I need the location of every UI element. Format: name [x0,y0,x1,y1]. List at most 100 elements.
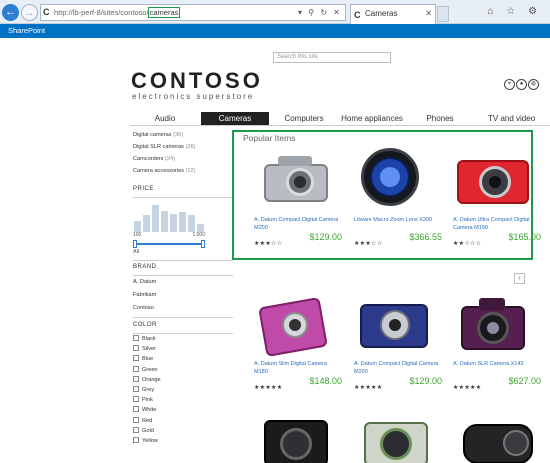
nav-item-phones[interactable]: Phones [406,112,474,125]
color-checkbox[interactable] [133,396,139,403]
product-price: $165.00 [508,232,541,242]
category-item[interactable]: Digital SLR cameras (26) [133,144,233,156]
nav-item-home-appliances[interactable]: Home appliances [338,112,406,125]
category-item[interactable]: Digital cameras (36) [133,132,233,144]
product-image-red-camera[interactable] [453,146,541,216]
product-price: $129.00 [309,232,342,242]
color-item[interactable]: Yellow [133,436,233,446]
color-label: Blue [142,356,154,363]
product-card[interactable] [254,410,342,463]
color-label: Silver [142,346,156,353]
filter-panel: Digital cameras (36) Digital SLR cameras… [133,132,233,446]
category-label: Camera accessories [133,168,184,174]
color-list: Black Silver Blue Green Orange Grey Pink… [133,334,233,446]
color-item[interactable]: Pink [133,395,233,405]
color-item[interactable]: Gold [133,426,233,436]
color-label: Pink [142,397,153,404]
search-input[interactable]: Search this site [273,52,391,63]
color-checkbox[interactable] [133,365,139,372]
color-checkbox[interactable] [133,436,139,443]
product-name[interactable]: A. Datum Slim Digital Camera M180 [254,360,342,376]
color-checkbox[interactable] [133,375,139,382]
browser-tab[interactable]: C Cameras ✕ [350,4,436,24]
brand-item[interactable]: Fabrikam [133,289,233,302]
back-arrow-icon[interactable]: ← [2,4,19,21]
account-icon[interactable]: ● [516,79,527,90]
category-count: (26) [185,144,196,150]
color-item[interactable]: Black [133,334,233,344]
brand-item[interactable]: A. Datum [133,276,233,289]
category-item[interactable]: Camcorders (24) [133,156,233,168]
product-name[interactable]: A. Datum SLR Camera X142 [453,360,541,376]
price-slider-max-handle[interactable] [201,240,205,248]
product-card[interactable]: Litware Macro Zoom Lens X300 ★★★☆☆ $366.… [354,146,442,250]
nav-item-tv-and-video[interactable]: TV and video [474,112,550,125]
url-prefix: http://lb-perf-8/sites/contoso/ [54,8,149,17]
product-image-navy-camera[interactable] [354,290,442,360]
color-title: COLOR [133,322,157,328]
forward-arrow-icon[interactable]: → [21,4,38,21]
product-image-camcorder[interactable] [453,410,541,463]
price-slider-min-handle[interactable] [133,240,137,248]
nav-item-computers[interactable]: Computers [270,112,338,125]
color-label: Red [142,417,153,424]
nav-item-audio[interactable]: Audio [130,112,200,125]
site-logo[interactable]: CONTOSO [131,68,263,94]
color-checkbox[interactable] [133,385,139,392]
product-image-silver-camera[interactable] [254,146,342,216]
product-image-green-slr[interactable] [354,410,442,463]
color-label: Grey [142,386,155,393]
product-image-black-slr[interactable] [254,410,342,463]
product-name[interactable]: Litware Macro Zoom Lens X300 [354,216,442,232]
price-range-labels: 100 1,000 [133,232,205,239]
product-image-lens[interactable] [354,146,442,216]
price-slider[interactable] [133,240,205,248]
address-bar[interactable]: C http://lb-perf-8/sites/contoso/cameras… [40,4,346,21]
browser-toolbar-icons[interactable]: ⌂ ☆ ⚙ [487,6,542,17]
carousel-prev-icon[interactable]: ‹ [514,273,525,284]
site-favicon-icon: C [43,7,50,17]
price-histogram-bar [179,212,186,232]
tab-close-icon[interactable]: ✕ [425,5,432,23]
product-card[interactable]: A. Datum Ultra Compact Digital Camera M1… [453,146,541,250]
product-card[interactable]: A. Datum SLR Camera X142 ★★★★★ $627.00 [453,290,541,394]
color-label: Yellow [142,437,158,444]
product-card[interactable] [354,410,442,463]
color-checkbox[interactable] [133,345,139,352]
color-label: Gold [142,427,154,434]
color-checkbox[interactable] [133,406,139,413]
product-card[interactable]: A. Datum Compact Digital Camera M200 ★★★… [254,146,342,250]
product-name[interactable]: A. Datum Compact Digital Camera M200 [254,216,342,232]
color-checkbox[interactable] [133,355,139,362]
category-item[interactable]: Camera accessories (12) [133,168,233,180]
product-image-purple-slr[interactable] [453,290,541,360]
product-price: $627.00 [508,376,541,386]
cart-icon[interactable]: ◍ [528,79,539,90]
product-card[interactable]: A. Datum Compact Digital Camera M200 ★★★… [354,290,442,394]
color-item[interactable]: Orange [133,375,233,385]
product-name[interactable]: A. Datum Compact Digital Camera M200 [354,360,442,376]
color-item[interactable]: Grey [133,385,233,395]
color-item[interactable]: Blue [133,354,233,364]
color-item[interactable]: Silver [133,344,233,354]
color-checkbox[interactable] [133,426,139,433]
product-card[interactable] [453,410,541,463]
color-checkbox[interactable] [133,335,139,341]
nav-item-cameras[interactable]: Cameras [201,112,269,125]
color-checkbox[interactable] [133,416,139,423]
product-image-pink-camera[interactable] [254,290,342,360]
product-name[interactable]: A. Datum Ultra Compact Digital Camera M1… [453,216,541,232]
color-item[interactable]: White [133,405,233,415]
color-item[interactable]: Red [133,416,233,426]
new-tab-button[interactable] [437,6,449,22]
product-card[interactable]: A. Datum Slim Digital Camera M180 ★★★★★ … [254,290,342,394]
color-item[interactable]: Green [133,365,233,375]
sharepoint-label[interactable]: SharePoint [8,26,45,35]
address-bar-tools-icon[interactable]: ▾ ⚲ ↻ ✕ [298,5,342,20]
brand-item[interactable]: Contoso [133,302,233,315]
location-icon[interactable]: ⌖ [504,79,515,90]
price-histogram-bar [161,211,168,232]
category-label: Digital SLR cameras [133,144,184,150]
product-rating: ★★★★★ [354,385,383,391]
price-all-label[interactable]: All [133,249,233,258]
